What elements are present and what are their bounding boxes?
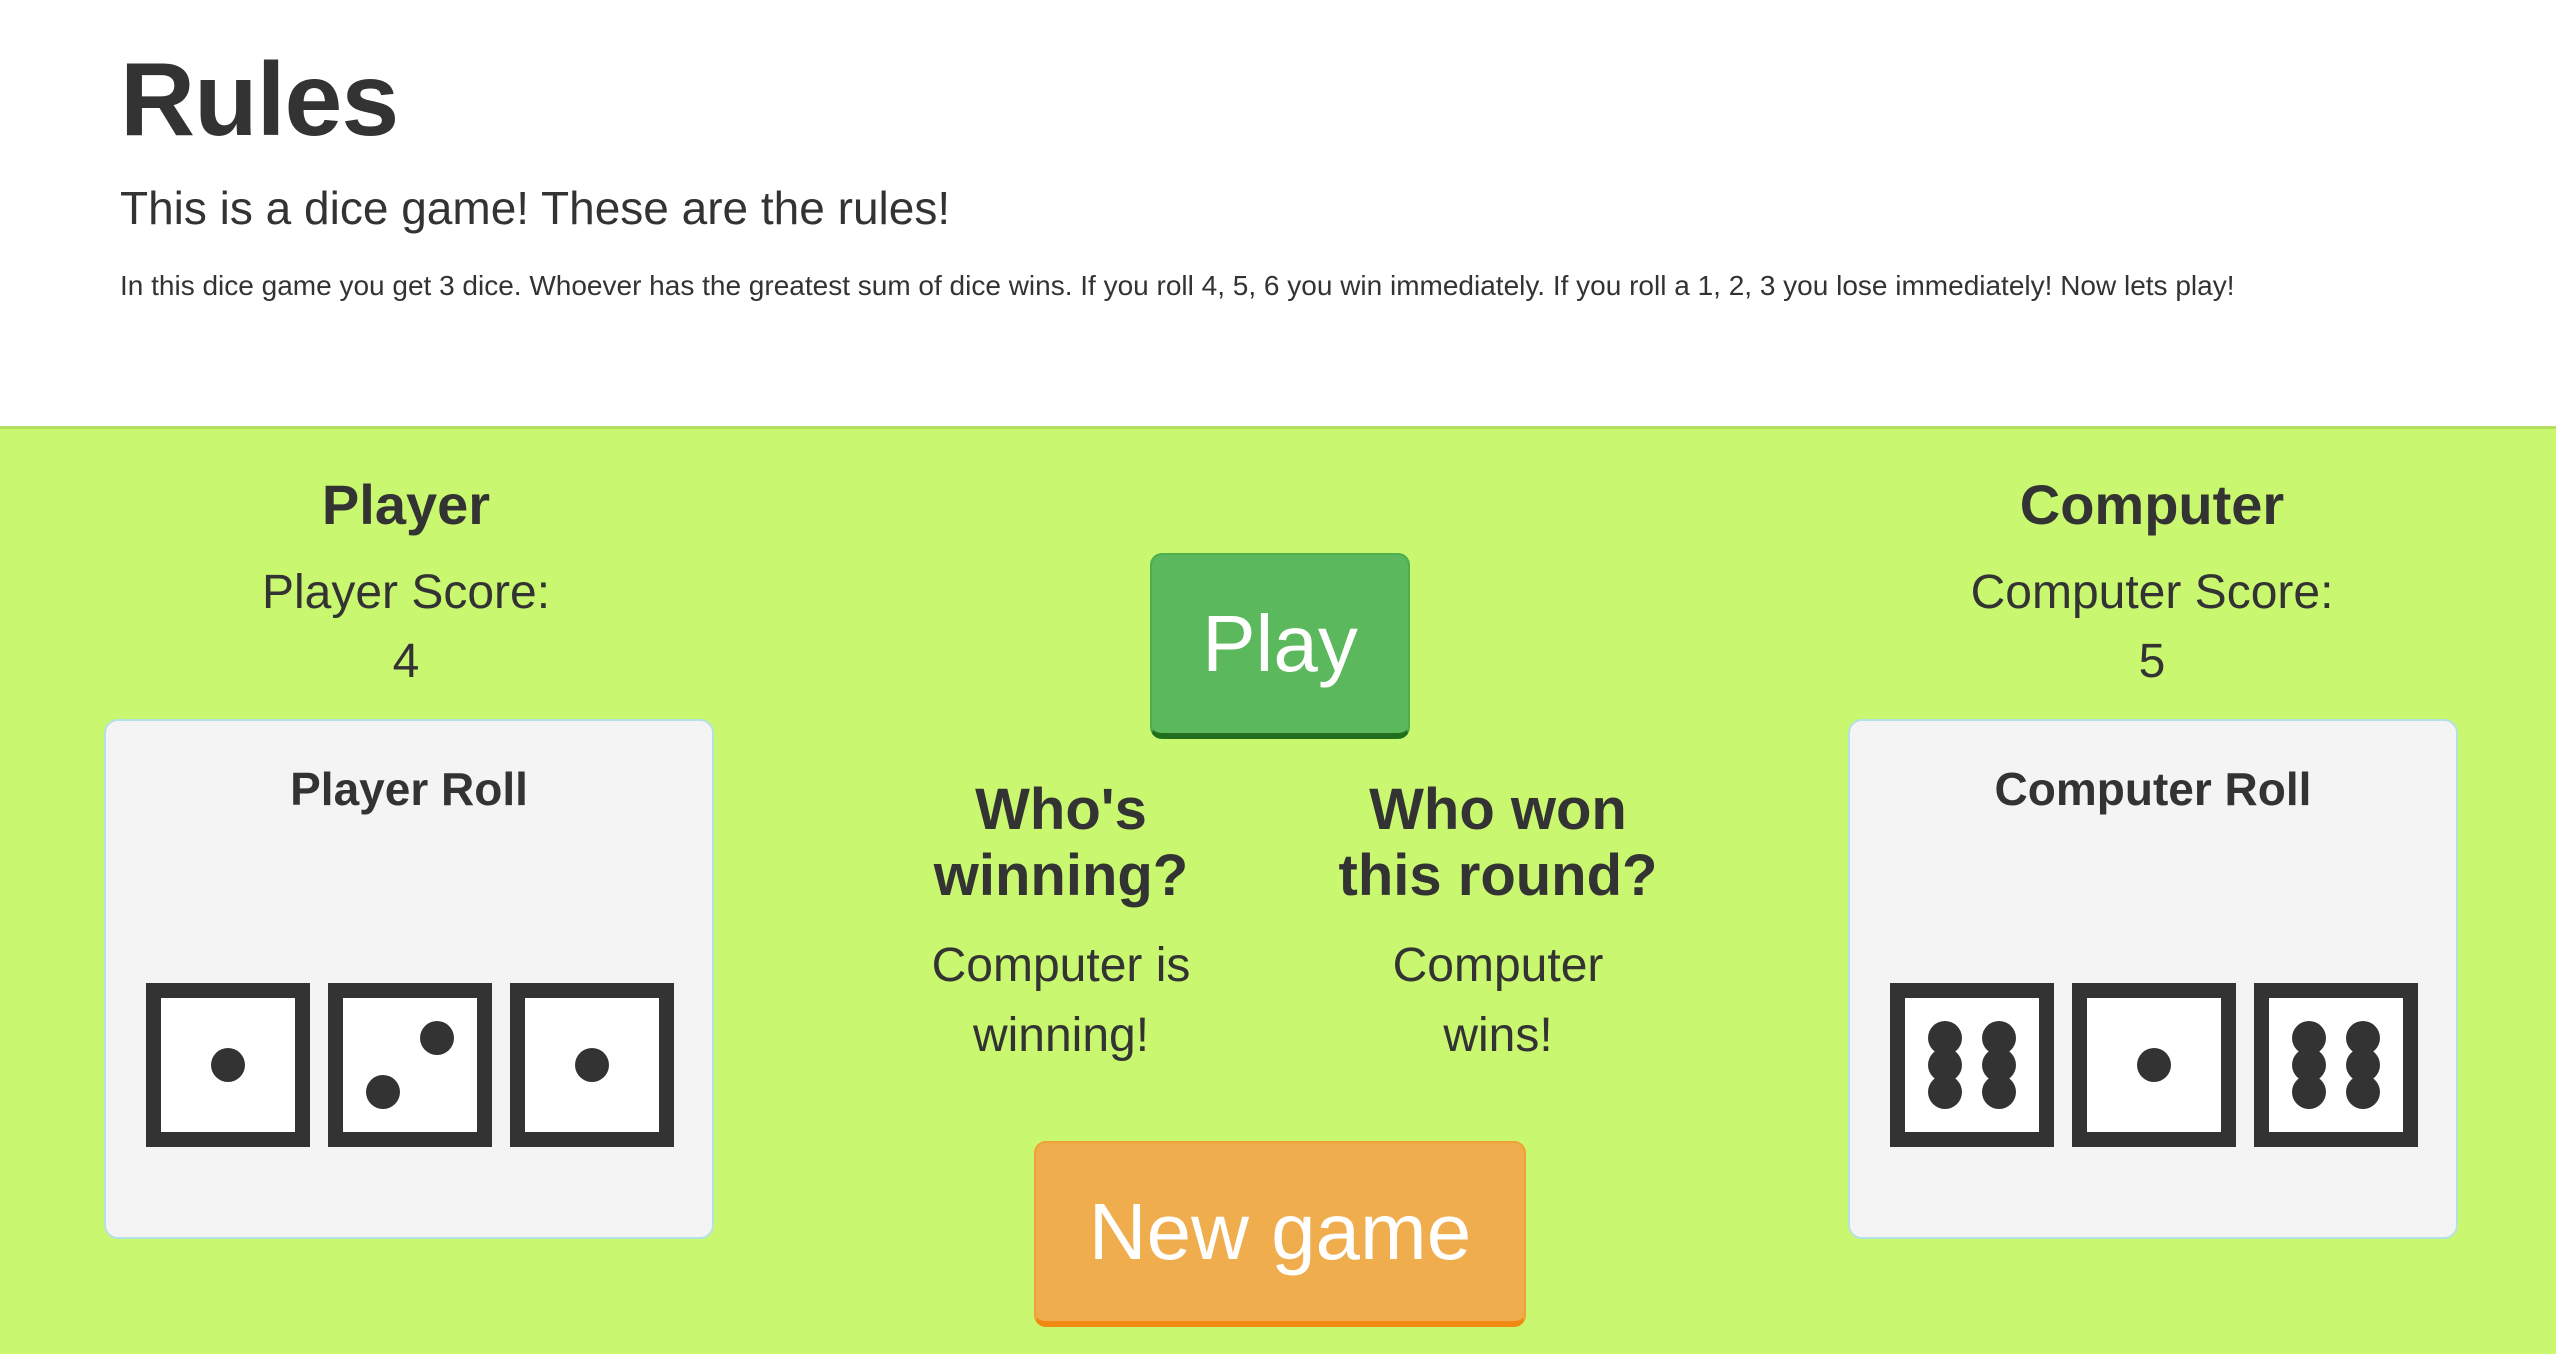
rules-subtitle: This is a dice game! These are the rules… [120,182,951,234]
die-one-icon [510,983,674,1147]
die-pip [366,1074,401,1109]
computer-roll-title: Computer Roll [1994,763,2312,815]
die-pip [211,1048,245,1082]
die-pip [1981,1074,2016,1109]
die-pip [1928,1074,1963,1109]
computer-dice [1890,983,2418,1147]
rules-section: Rules This is a dice game! These are the… [0,0,2556,426]
computer-score-value: 5 [2138,635,2166,688]
die-pip [2345,1074,2380,1109]
die-pip [2292,1074,2327,1109]
die-one-icon [146,983,310,1147]
computer-roll-box: Computer Roll [1848,719,2458,1239]
play-button[interactable]: Play [1150,553,1410,739]
player-score-label: Player Score: [261,566,551,619]
rules-title: Rules [120,42,399,158]
player-roll-title: Player Roll [290,763,528,815]
winning-heading: Who's winning? [933,777,1189,908]
computer-score-label: Computer Score: [1970,566,2334,619]
winning-status: Who's winning? Computer is winning! [896,777,1226,1071]
new-game-button[interactable]: New game [1034,1141,1526,1327]
game-area: Player Player Score: 4 Player Roll Play … [0,426,2556,1354]
winning-text: Computer is winning! [931,939,1191,1062]
player-score-value: 4 [392,635,420,688]
computer-title: Computer [2019,473,2285,536]
player-dice [146,983,674,1147]
round-status: Who won this round? Computer wins! [1333,777,1663,1071]
die-two-icon [328,983,492,1147]
die-six-icon [1890,983,2054,1147]
player-roll-box: Player Roll [104,719,714,1239]
round-text: Computer wins! [1392,939,1604,1062]
rules-body: In this dice game you get 3 dice. Whoeve… [120,270,2235,301]
die-pip [575,1048,609,1082]
die-pip [419,1021,454,1056]
die-one-icon [2072,983,2236,1147]
die-six-icon [2254,983,2418,1147]
die-pip [2137,1048,2171,1082]
round-heading: Who won this round? [1338,777,1658,908]
player-title: Player [321,473,491,536]
